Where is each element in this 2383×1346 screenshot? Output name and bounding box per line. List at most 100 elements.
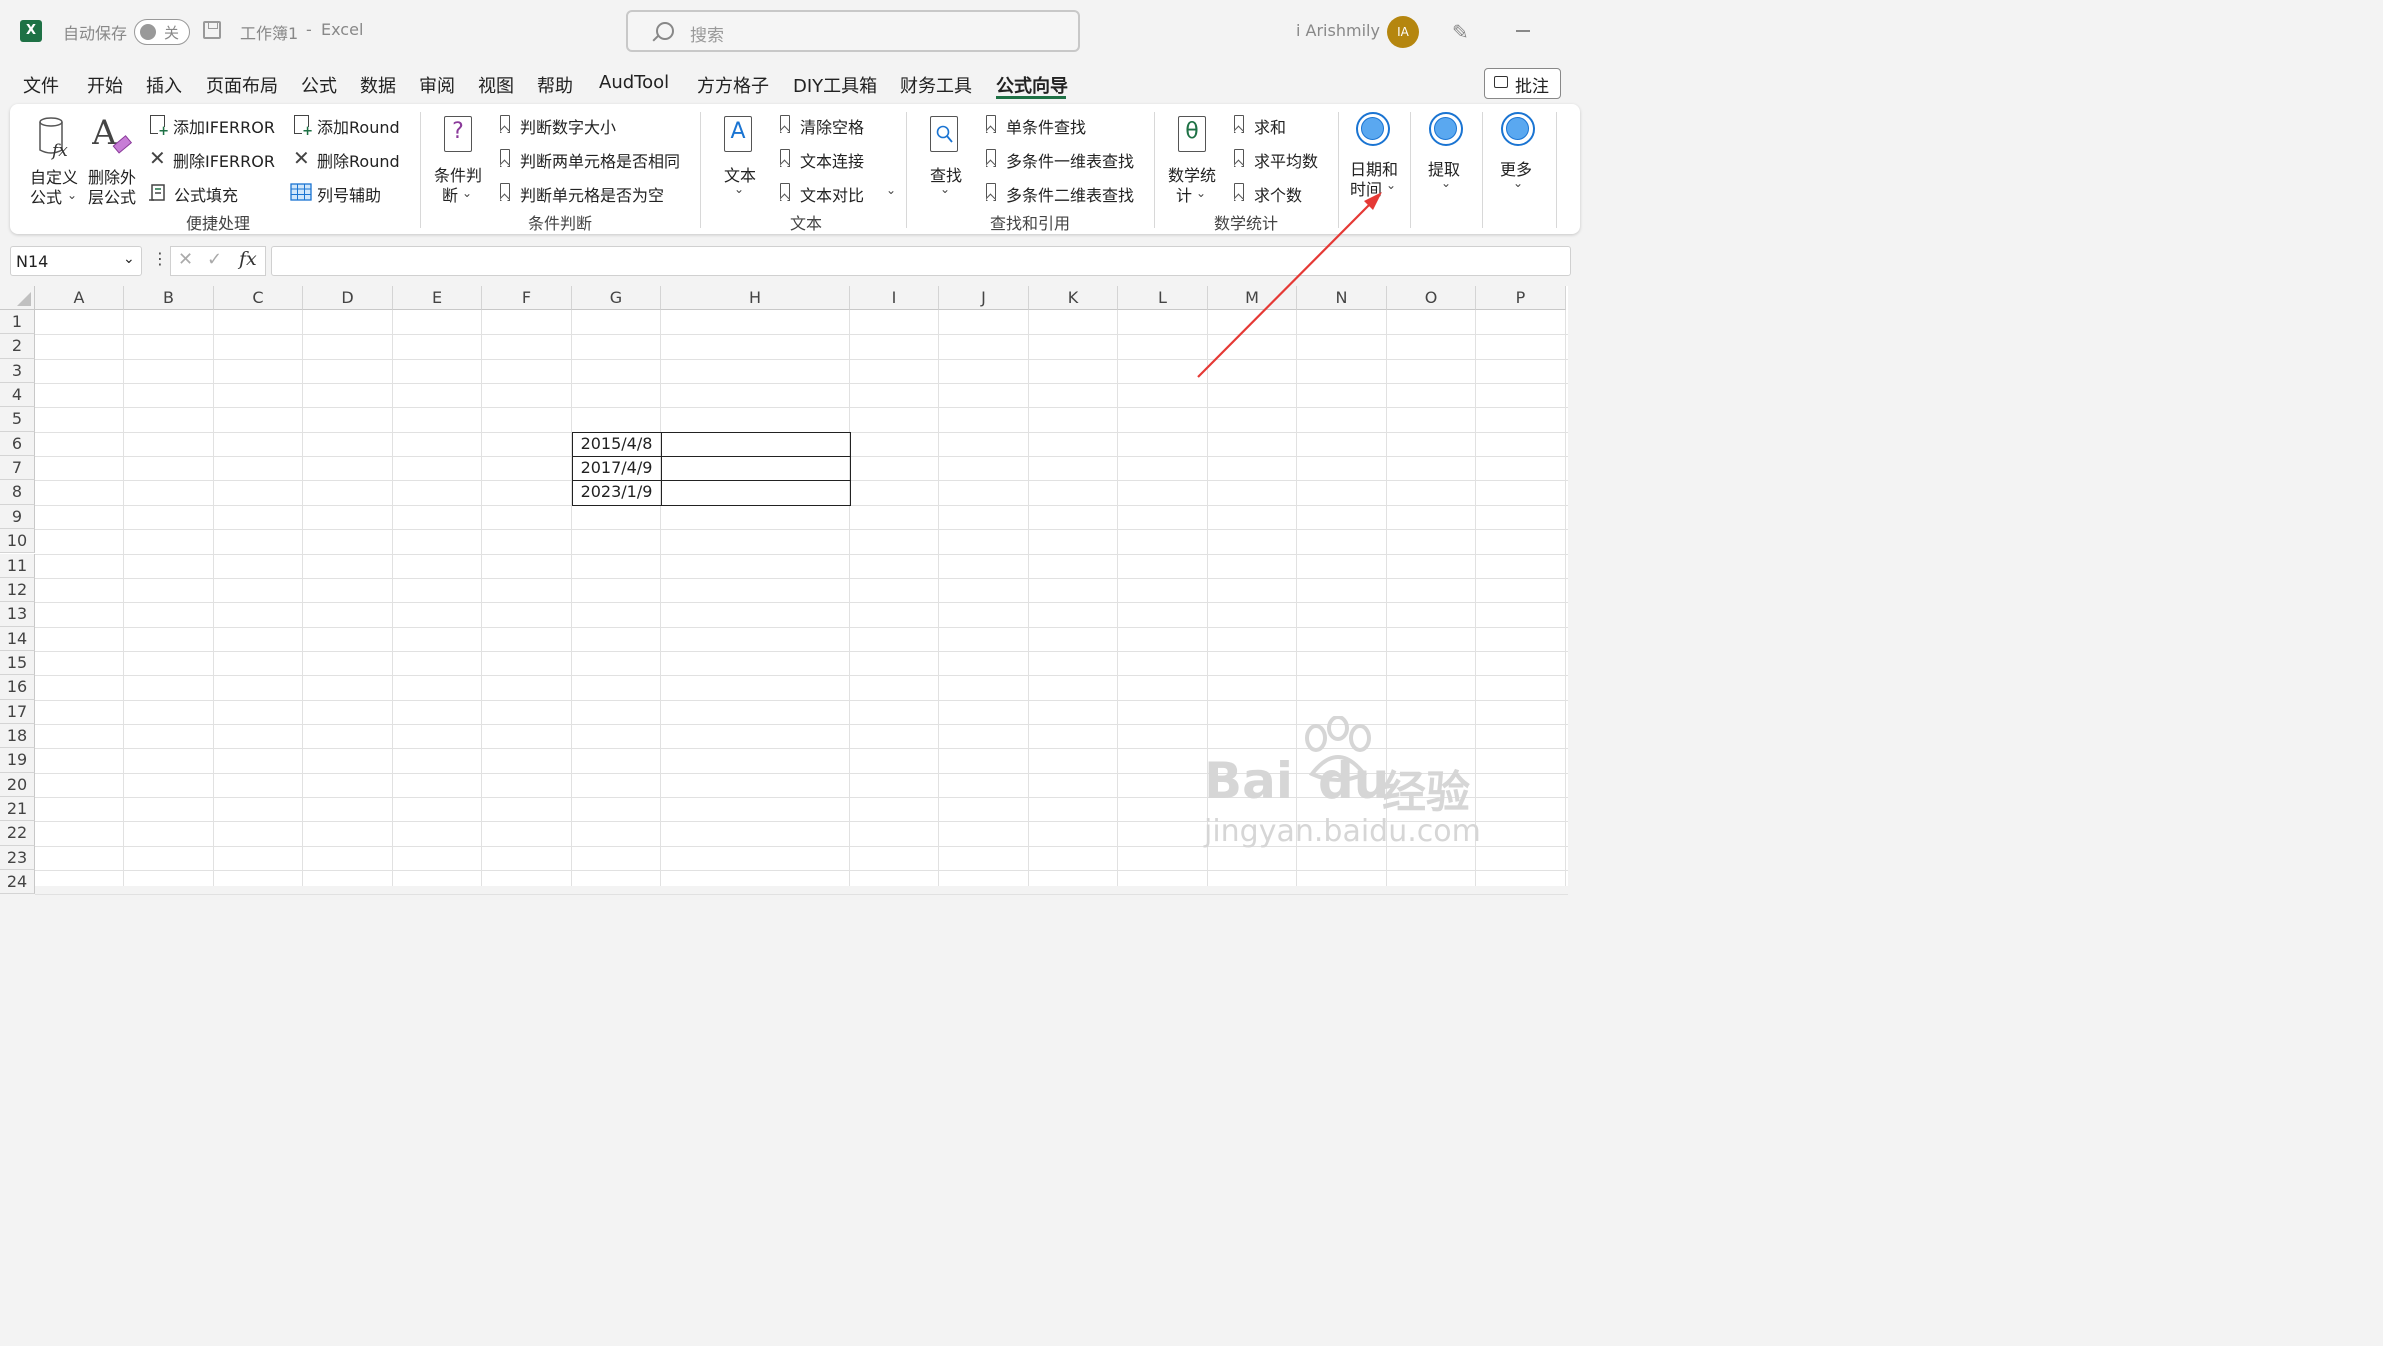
row-header-9[interactable]: 9 [0, 504, 35, 530]
add-iferror-button[interactable]: + 添加IFERROR [148, 113, 276, 138]
column-header-p[interactable]: P [1476, 286, 1566, 310]
row-header-21[interactable]: 21 [0, 797, 35, 822]
row-header-24[interactable]: 24 [0, 870, 35, 895]
multi-1d-lookup-button[interactable]: 多条件一维表查找 [984, 147, 1144, 171]
row-header-10[interactable]: 10 [0, 529, 35, 554]
row-header-8[interactable]: 8 [0, 480, 35, 505]
autosave-toggle[interactable]: 关 [134, 19, 190, 45]
single-lookup-button[interactable]: 单条件查找 [984, 113, 1144, 137]
column-header-m[interactable]: M [1208, 286, 1297, 310]
row-header-15[interactable]: 15 [0, 650, 35, 676]
row-header-17[interactable]: 17 [0, 699, 35, 724]
row-header-3[interactable]: 3 [0, 358, 35, 384]
cell-h7[interactable] [661, 456, 851, 482]
pen-icon[interactable]: ✎ [1452, 22, 1472, 42]
tab-finance-tools[interactable]: 财务工具 [900, 72, 972, 98]
insert-function-icon[interactable]: fx [239, 248, 257, 270]
row-header-4[interactable]: 4 [0, 383, 35, 408]
row-header-2[interactable]: 2 [0, 334, 35, 359]
row-header-7[interactable]: 7 [0, 456, 35, 481]
row-header-16[interactable]: 16 [0, 675, 35, 700]
row-header-18[interactable]: 18 [0, 723, 35, 749]
row-header-12[interactable]: 12 [0, 577, 35, 603]
column-header-a[interactable]: A [35, 286, 124, 310]
formula-input[interactable] [271, 246, 1571, 276]
column-header-f[interactable]: F [482, 286, 572, 310]
row-header-20[interactable]: 20 [0, 772, 35, 797]
column-header-e[interactable]: E [393, 286, 482, 310]
fill-formula-button[interactable]: 公式填充 [148, 181, 276, 205]
tab-insert[interactable]: 插入 [146, 72, 182, 98]
row-header-14[interactable]: 14 [0, 626, 35, 651]
tab-data[interactable]: 数据 [360, 72, 396, 98]
name-box[interactable]: N14 ⌄ [10, 246, 142, 276]
text-function-button[interactable]: A 文本 ⌄ [714, 112, 764, 202]
search-box[interactable]: 搜索 [626, 10, 1080, 52]
judge-number-size-button[interactable]: 判断数字大小 [498, 113, 698, 137]
user-name[interactable]: i Arishmily [1296, 21, 1380, 40]
judge-cells-equal-button[interactable]: 判断两单元格是否相同 [498, 147, 698, 171]
condition-judge-button[interactable]: ? 条件判 断 ⌄ [432, 112, 488, 205]
row-header-6[interactable]: 6 [0, 431, 35, 457]
tab-file[interactable]: 文件 [23, 72, 59, 98]
minimize-button[interactable] [1516, 30, 1530, 32]
chevron-down-icon: ⌄ [1196, 186, 1207, 200]
column-header-l[interactable]: L [1118, 286, 1208, 310]
cancel-icon[interactable]: ✕ [178, 249, 193, 270]
delete-outer-formula-button[interactable]: A 删除外 层公式 [86, 112, 138, 207]
add-round-button[interactable]: + 添加Round [292, 113, 406, 138]
more-options-icon[interactable]: ⋮ [152, 249, 168, 268]
delete-iferror-button[interactable]: ✕ 删除IFERROR [148, 147, 276, 171]
sum-button[interactable]: 求和 [1232, 113, 1332, 137]
more-button[interactable]: 更多 ⌄ [1494, 110, 1544, 200]
cell-h8[interactable] [661, 480, 851, 506]
text-join-button[interactable]: 文本连接 [778, 147, 878, 171]
row-header-11[interactable]: 11 [0, 553, 35, 578]
column-header-k[interactable]: K [1029, 286, 1118, 310]
text-compare-button[interactable]: 文本对比 ⌄ [778, 181, 896, 205]
custom-formula-button[interactable]: fx 自定义 公式 ⌄ [28, 112, 78, 207]
tab-view[interactable]: 视图 [478, 72, 514, 98]
column-helper-button[interactable]: 列号辅助 [290, 181, 404, 205]
tab-review[interactable]: 审阅 [419, 72, 455, 98]
average-button[interactable]: 求平均数 [1232, 147, 1332, 171]
column-header-d[interactable]: D [303, 286, 393, 310]
column-header-g[interactable]: G [572, 286, 661, 310]
column-header-n[interactable]: N [1297, 286, 1387, 310]
save-icon[interactable] [203, 21, 221, 39]
tab-page-layout[interactable]: 页面布局 [206, 72, 278, 98]
column-header-h[interactable]: H [661, 286, 850, 310]
judge-cell-empty-button[interactable]: 判断单元格是否为空 [498, 181, 698, 205]
math-stats-button[interactable]: θ 数学统 计 ⌄ [1166, 112, 1220, 205]
delete-round-button[interactable]: ✕ 删除Round [292, 147, 406, 171]
clear-spaces-button[interactable]: 清除空格 [778, 113, 878, 137]
tab-help[interactable]: 帮助 [537, 72, 573, 98]
column-header-j[interactable]: J [939, 286, 1029, 310]
comment-button[interactable]: 批注 [1484, 68, 1561, 99]
tab-home[interactable]: 开始 [87, 72, 123, 98]
row-header-5[interactable]: 5 [0, 407, 35, 432]
confirm-icon[interactable]: ✓ [207, 249, 222, 270]
row-header-13[interactable]: 13 [0, 602, 35, 627]
tab-fangfang[interactable]: 方方格子 [697, 72, 769, 98]
column-header-i[interactable]: I [850, 286, 939, 310]
row-header-19[interactable]: 19 [0, 748, 35, 773]
row-header-1[interactable]: 1 [0, 310, 35, 335]
multi-2d-lookup-button[interactable]: 多条件二维表查找 [984, 181, 1144, 205]
extract-button[interactable]: 提取 ⌄ [1422, 110, 1472, 200]
tab-diy-toolbox[interactable]: DIY工具箱 [793, 72, 877, 98]
tab-formulas[interactable]: 公式 [301, 72, 337, 98]
select-all-corner[interactable] [0, 286, 35, 310]
tab-formula-wizard[interactable]: 公式向导 [996, 72, 1068, 98]
cell-h6[interactable] [661, 431, 851, 458]
avatar[interactable]: IA [1387, 16, 1419, 48]
column-header-o[interactable]: O [1387, 286, 1476, 310]
date-time-button[interactable]: 日期和 时间 ⌄ [1346, 110, 1406, 200]
count-button[interactable]: 求个数 [1232, 181, 1332, 205]
row-header-23[interactable]: 23 [0, 845, 35, 871]
column-header-c[interactable]: C [214, 286, 303, 310]
row-header-22[interactable]: 22 [0, 821, 35, 846]
tab-audtool[interactable]: AudTool [599, 72, 669, 93]
lookup-button[interactable]: 查找 ⌄ [920, 112, 970, 202]
column-header-b[interactable]: B [124, 286, 214, 310]
